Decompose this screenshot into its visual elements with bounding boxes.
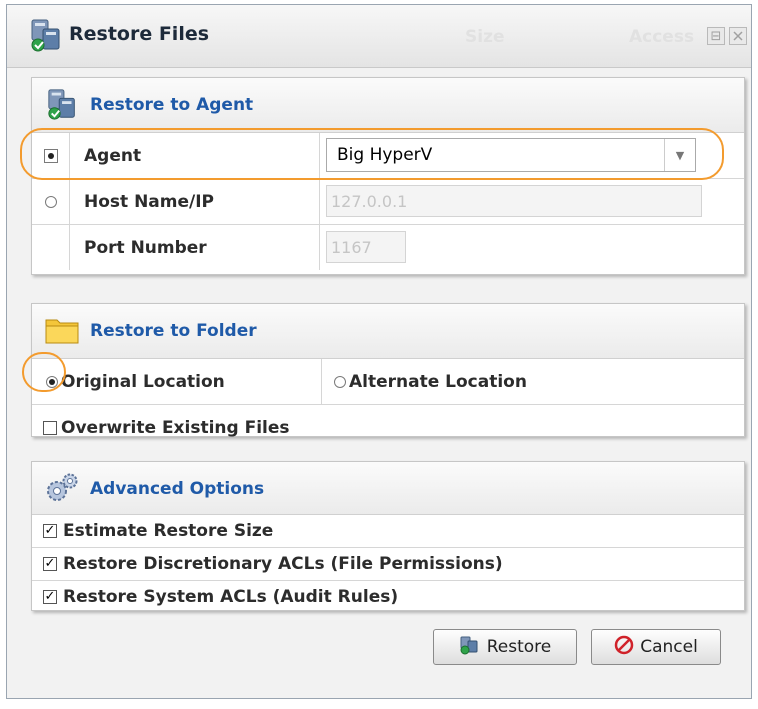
restore-button[interactable]: Restore [433, 629, 577, 665]
agent-computers-icon [46, 87, 80, 125]
original-location-label: Original Location [61, 371, 225, 392]
dialog-title: Restore Files [69, 23, 210, 45]
host-radio-cell [32, 179, 70, 224]
agent-radio[interactable] [43, 148, 58, 163]
folder-icon [44, 314, 80, 350]
cancel-button-label: Cancel [640, 637, 698, 657]
close-icon [733, 31, 743, 41]
estimate-size-checkbox[interactable]: ✓ [43, 524, 57, 538]
alternate-location-label: Alternate Location [349, 371, 527, 392]
restore-to-folder-title: Restore to Folder [90, 321, 257, 341]
port-radio-cell [32, 225, 70, 270]
option-row: ✓ Restore System ACLs (Audit Rules) [32, 581, 744, 613]
discretionary-acls-label: Restore Discretionary ACLs (File Permiss… [63, 554, 503, 574]
system-acls-option[interactable]: ✓ Restore System ACLs (Audit Rules) [32, 581, 398, 613]
restore-window-button[interactable]: ⊟ [707, 27, 725, 45]
system-acls-checkbox[interactable]: ✓ [43, 590, 57, 604]
overwrite-label: Overwrite Existing Files [61, 417, 290, 438]
background-access-column-header: Access [629, 27, 695, 47]
restore-to-agent-title: Restore to Agent [90, 95, 254, 115]
estimate-size-label: Estimate Restore Size [63, 521, 274, 541]
host-row: Host Name/IP 127.0.0.1 [32, 179, 744, 225]
host-input[interactable]: 127.0.0.1 [326, 185, 702, 217]
host-label: Host Name/IP [70, 179, 320, 224]
advanced-options-panel: Advanced Options ✓ Estimate Restore Size… [31, 461, 745, 611]
overwrite-row: Overwrite Existing Files [32, 405, 744, 450]
restore-button-label: Restore [486, 637, 552, 657]
host-radio[interactable] [44, 195, 57, 208]
restore-icon [459, 635, 481, 660]
restore-to-folder-header: Restore to Folder [32, 304, 744, 359]
agent-row: Agent Big HyperV ▼ [32, 133, 744, 179]
alternate-location-option[interactable]: Alternate Location [322, 359, 742, 404]
background-size-column-header: Size [465, 27, 505, 47]
agent-computers-icon [29, 17, 65, 57]
agent-label: Agent [70, 133, 320, 178]
option-row: ✓ Estimate Restore Size [32, 515, 744, 548]
restore-to-agent-panel: Restore to Agent Agent Big HyperV ▼ Host… [31, 77, 745, 275]
discretionary-acls-checkbox[interactable]: ✓ [43, 557, 57, 571]
location-row: Original Location Alternate Location [32, 359, 744, 405]
agent-radio-cell [32, 133, 70, 178]
chevron-down-icon[interactable]: ▼ [664, 139, 695, 171]
advanced-options-title: Advanced Options [90, 479, 265, 499]
port-label: Port Number [70, 225, 320, 270]
advanced-options-header: Advanced Options [32, 462, 744, 515]
restore-files-dialog: Restore Files Size Access ⊟ Restore to A… [6, 4, 752, 699]
original-location-radio[interactable] [46, 375, 58, 388]
dialog-titlebar[interactable]: Restore Files Size Access ⊟ [7, 5, 751, 68]
cancel-button[interactable]: Cancel [591, 629, 721, 665]
close-window-button[interactable] [729, 27, 747, 45]
agent-select-value: Big HyperV [337, 145, 433, 165]
agent-select[interactable]: Big HyperV ▼ [326, 138, 696, 172]
estimate-size-option[interactable]: ✓ Estimate Restore Size [32, 515, 273, 547]
original-location-option[interactable]: Original Location [32, 359, 322, 404]
overwrite-checkbox[interactable] [43, 420, 57, 435]
option-row: ✓ Restore Discretionary ACLs (File Permi… [32, 548, 744, 581]
cancel-icon [614, 635, 634, 660]
restore-to-folder-panel: Restore to Folder Original Location Alte… [31, 303, 745, 438]
restore-to-agent-header: Restore to Agent [32, 78, 744, 133]
port-input[interactable]: 1167 [326, 231, 406, 263]
system-acls-label: Restore System ACLs (Audit Rules) [63, 587, 399, 607]
discretionary-acls-option[interactable]: ✓ Restore Discretionary ACLs (File Permi… [32, 548, 503, 580]
alternate-location-radio[interactable] [334, 375, 346, 388]
port-row: Port Number 1167 [32, 225, 744, 270]
gears-icon [44, 472, 80, 508]
overwrite-option[interactable]: Overwrite Existing Files [32, 405, 290, 450]
